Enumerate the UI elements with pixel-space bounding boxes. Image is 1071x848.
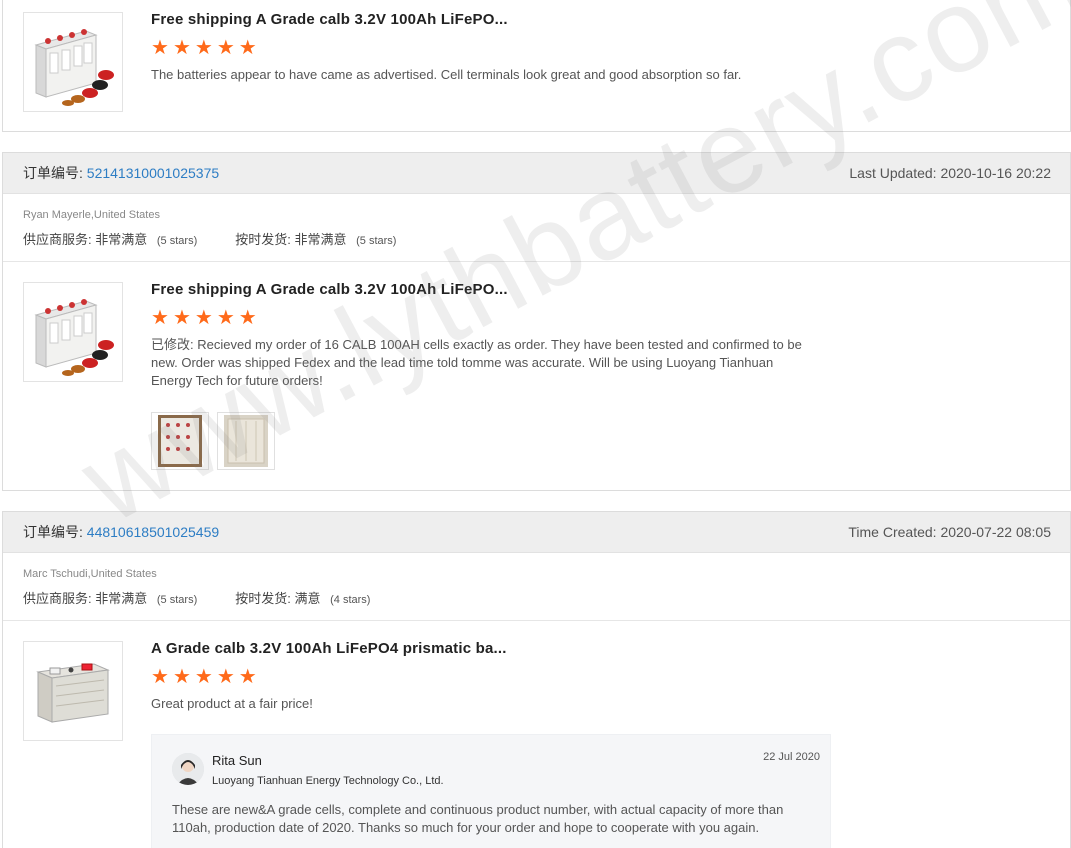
order-label: 订单编号: (23, 524, 83, 540)
shipping-stars-count: (4 stars) (330, 594, 371, 606)
order-info: 订单编号: 52141310001025375 (23, 163, 219, 183)
supplier-stars-count: (5 stars) (156, 235, 198, 247)
star-icon: ★ (172, 37, 191, 59)
star-icon: ★ (216, 37, 235, 59)
edited-tag: 已修改: (151, 337, 194, 352)
review-card-2: 订单编号: 52141310001025375 Last Updated: 20… (2, 152, 1071, 491)
seller-reply: Rita Sun Luoyang Tianhuan Energy Technol… (151, 734, 831, 848)
reply-author-name: Rita Sun (212, 753, 262, 768)
reply-text: These are new&A grade cells, complete an… (172, 802, 784, 835)
battery-pack-image (34, 29, 114, 106)
star-icon: ★ (194, 37, 213, 59)
review-card-1: Free shipping A Grade calb 3.2V 100Ah Li… (2, 0, 1071, 132)
star-icon: ★ (216, 307, 235, 329)
order-date: Last Updated: 2020-10-16 20:22 (849, 165, 1051, 181)
star-rating: ★ ★ ★ ★ ★ (151, 667, 811, 687)
date-value: 2020-10-16 20:22 (940, 165, 1051, 181)
star-icon: ★ (238, 307, 257, 329)
product-title[interactable]: A Grade calb 3.2V 100Ah LiFePO4 prismati… (151, 639, 811, 659)
supplier-service-rating: 供应商服务: 非常满意 (5 stars) (23, 229, 197, 248)
reply-date: 22 Jul 2020 (763, 751, 820, 763)
product-thumbnail[interactable] (23, 12, 123, 112)
supplier-rating-value: 非常满意 (95, 591, 148, 606)
order-number-link[interactable]: 52141310001025375 (87, 165, 219, 181)
review-photo-2[interactable] (217, 412, 275, 470)
review-photo-1[interactable] (151, 412, 209, 470)
star-icon: ★ (151, 37, 169, 59)
date-value: 2020-07-22 08:05 (940, 524, 1051, 540)
product-title[interactable]: Free shipping A Grade calb 3.2V 100Ah Li… (151, 10, 811, 30)
star-icon: ★ (151, 307, 169, 329)
shipping-rating-value: 非常满意 (294, 232, 347, 247)
photo-image (158, 415, 202, 467)
star-icon: ★ (172, 307, 191, 329)
shipping-label: 按时发货: (235, 232, 291, 247)
reply-company: Luoyang Tianhuan Energy Technology Co., … (212, 775, 444, 787)
review-text: Recieved my order of 16 CALB 100AH cells… (151, 337, 802, 388)
supplier-rating-value: 非常满意 (95, 232, 148, 247)
buyer-name: Marc Tschudi,United States (23, 568, 157, 580)
star-icon: ★ (194, 307, 213, 329)
product-thumbnail[interactable] (23, 282, 123, 382)
buyer-info: Marc Tschudi,United States 供应商服务: 非常满意 (… (3, 553, 1070, 621)
star-rating: ★ ★ ★ ★ ★ (151, 308, 811, 328)
product-title[interactable]: Free shipping A Grade calb 3.2V 100Ah Li… (151, 280, 811, 300)
single-cell-image (36, 663, 110, 723)
star-icon: ★ (194, 666, 213, 688)
star-icon: ★ (216, 666, 235, 688)
buyer-info: Ryan Mayerle,United States 供应商服务: 非常满意 (… (3, 194, 1070, 262)
review-card-3: 订单编号: 44810618501025459 Time Created: 20… (2, 511, 1071, 848)
seller-ratings: 供应商服务: 非常满意 (5 stars) 按时发货: 非常满意 (5 star… (23, 229, 1050, 248)
supplier-service-rating: 供应商服务: 非常满意 (5 stars) (23, 588, 197, 607)
order-header: 订单编号: 44810618501025459 Time Created: 20… (3, 512, 1070, 553)
shipping-stars-count: (5 stars) (356, 235, 397, 247)
star-icon: ★ (238, 37, 257, 59)
battery-pack-image (34, 299, 114, 376)
review-text: The batteries appear to have came as adv… (151, 67, 742, 82)
seller-ratings: 供应商服务: 非常满意 (5 stars) 按时发货: 满意 (4 stars) (23, 588, 1050, 607)
star-rating: ★ ★ ★ ★ ★ (151, 38, 811, 58)
avatar-image (172, 753, 204, 785)
buyer-name: Ryan Mayerle,United States (23, 209, 160, 221)
shipping-label: 按时发货: (235, 591, 291, 606)
star-icon: ★ (172, 666, 191, 688)
order-date: Time Created: 2020-07-22 08:05 (848, 524, 1051, 540)
product-thumbnail[interactable] (23, 641, 123, 741)
review-text: Great product at a fair price! (151, 696, 313, 711)
order-number-link[interactable]: 44810618501025459 (87, 524, 219, 540)
date-label: Last Updated: (849, 165, 937, 181)
shipping-rating: 按时发货: 满意 (4 stars) (235, 588, 370, 607)
shipping-rating: 按时发货: 非常满意 (5 stars) (235, 229, 396, 248)
order-header: 订单编号: 52141310001025375 Last Updated: 20… (3, 153, 1070, 194)
order-info: 订单编号: 44810618501025459 (23, 522, 219, 542)
review-photos (151, 412, 811, 470)
date-label: Time Created: (848, 524, 937, 540)
review-body: 已修改: Recieved my order of 16 CALB 100AH … (151, 336, 803, 390)
shipping-rating-value: 满意 (294, 591, 321, 606)
supplier-label: 供应商服务: (23, 591, 92, 606)
avatar (172, 753, 204, 785)
supplier-stars-count: (5 stars) (156, 594, 198, 606)
photo-image (224, 415, 268, 467)
star-icon: ★ (151, 666, 169, 688)
supplier-label: 供应商服务: (23, 232, 92, 247)
order-label: 订单编号: (23, 165, 83, 181)
star-icon: ★ (238, 666, 257, 688)
